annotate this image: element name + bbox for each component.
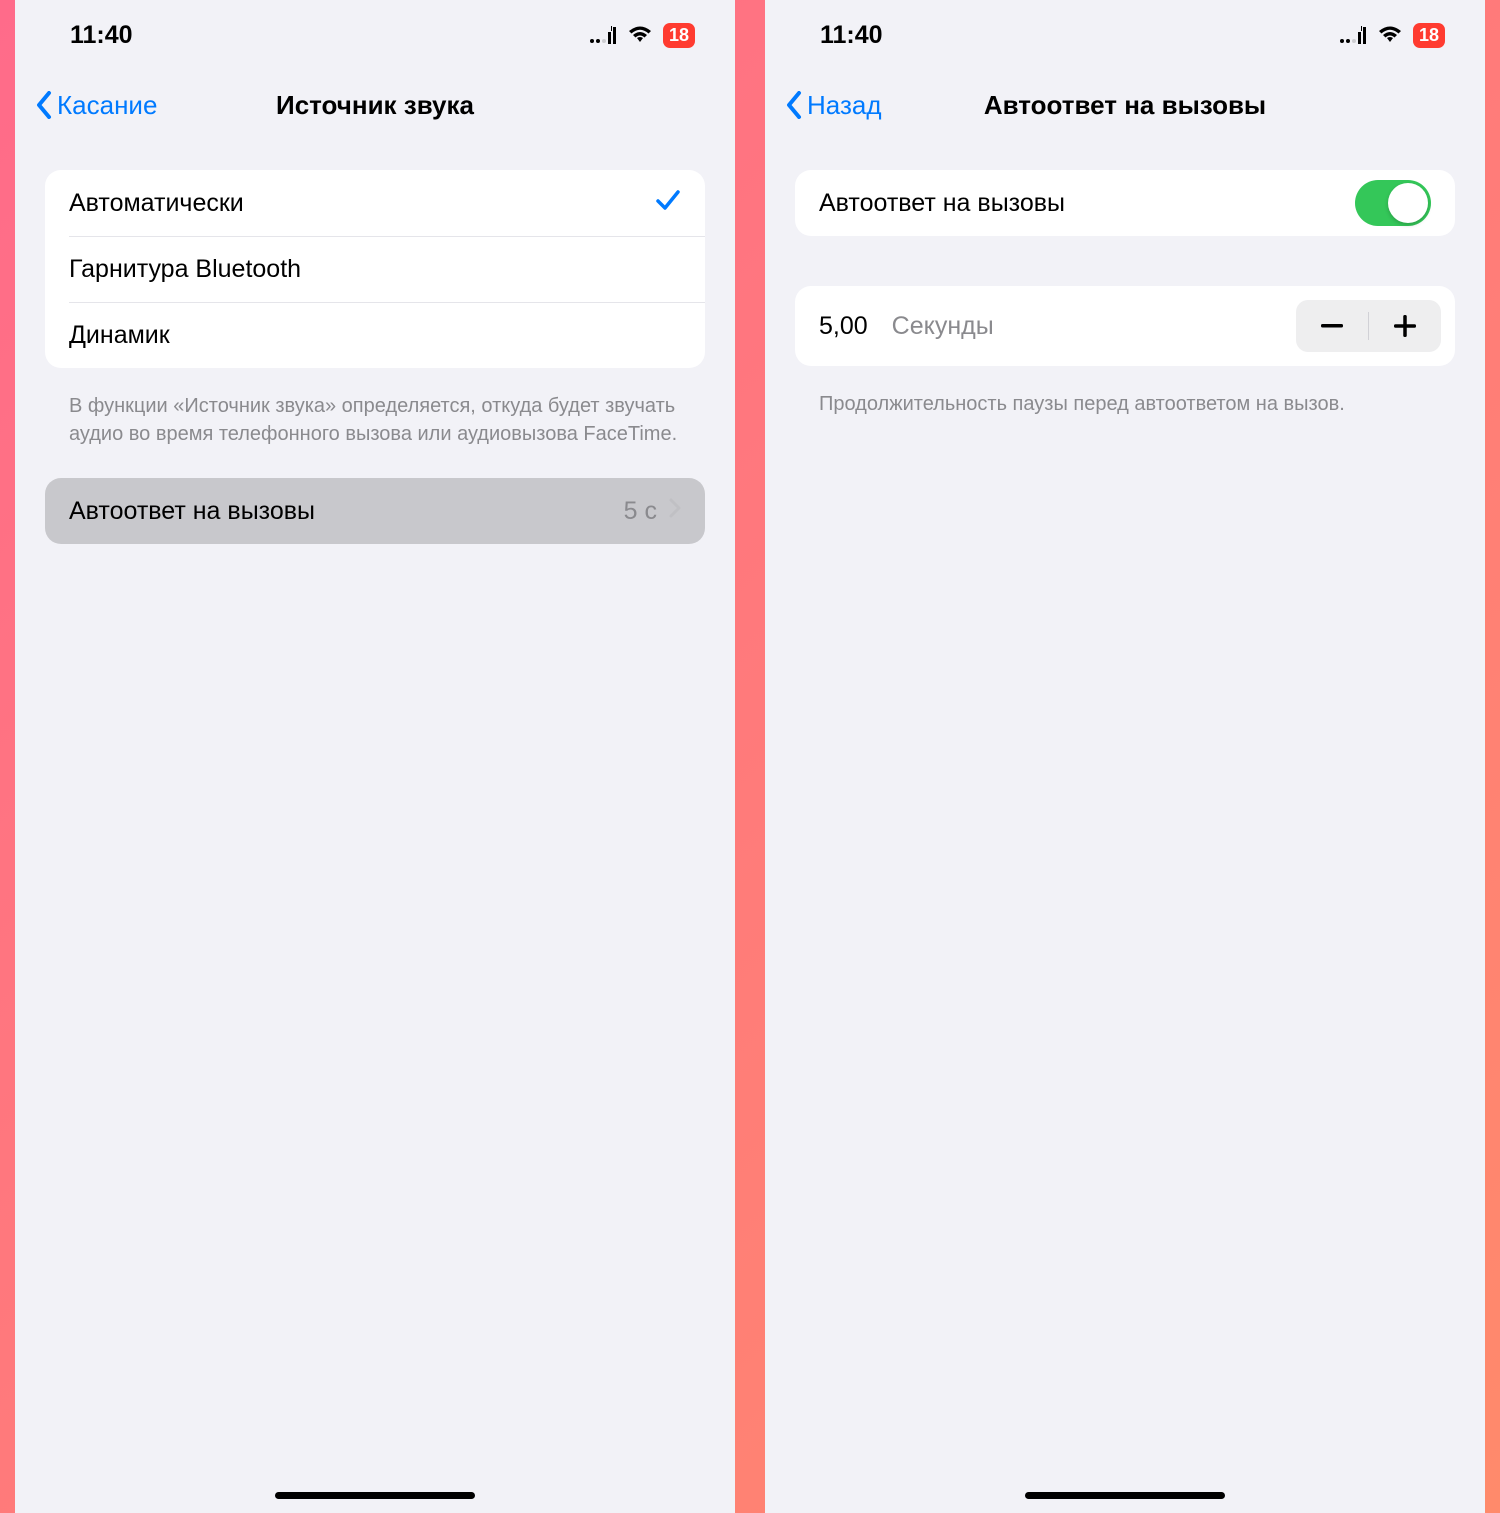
nav-bar: Назад Автоответ на вызовы bbox=[765, 70, 1485, 140]
chevron-left-icon bbox=[785, 91, 803, 119]
battery-icon: 18 bbox=[663, 23, 695, 48]
row-label: Автоответ на вызовы bbox=[69, 497, 315, 526]
battery-level: 18 bbox=[1419, 25, 1439, 46]
row-accessory: 5 с bbox=[624, 497, 681, 526]
status-bar: 11:40 18 bbox=[765, 0, 1485, 70]
content: Автоответ на вызовы 5,00 Секунды bbox=[765, 140, 1485, 1513]
wifi-icon bbox=[1377, 26, 1403, 44]
status-time: 11:40 bbox=[820, 21, 883, 50]
auto-answer-group: Автоответ на вызовы 5 с bbox=[45, 478, 705, 544]
status-time: 11:40 bbox=[70, 21, 133, 50]
content: Автоматически Гарнитура Bluetooth Динами… bbox=[15, 140, 735, 1513]
option-label: Гарнитура Bluetooth bbox=[69, 255, 301, 284]
auto-answer-toggle[interactable] bbox=[1355, 180, 1431, 226]
battery-level: 18 bbox=[669, 25, 689, 46]
home-indicator[interactable] bbox=[275, 1492, 475, 1499]
nav-bar: Касание Источник звука bbox=[15, 70, 735, 140]
option-auto[interactable]: Автоматически bbox=[45, 170, 705, 236]
delay-stepper-row: 5,00 Секунды bbox=[795, 286, 1455, 366]
wifi-icon bbox=[627, 26, 653, 44]
phone-left: 11:40 18 Касание Источник звука Автомати… bbox=[15, 0, 735, 1513]
stepper-value: 5,00 bbox=[819, 312, 868, 341]
quantity-stepper bbox=[1296, 300, 1441, 352]
status-right: 18 bbox=[1339, 23, 1445, 48]
stepper-unit: Секунды bbox=[892, 312, 1296, 341]
toggle-group: Автоответ на вызовы bbox=[795, 170, 1455, 236]
back-button[interactable]: Назад bbox=[785, 90, 882, 121]
stepper-group: 5,00 Секунды bbox=[795, 286, 1455, 366]
back-button[interactable]: Касание bbox=[35, 90, 157, 121]
checkmark-icon bbox=[655, 187, 681, 220]
option-label: Динамик bbox=[69, 321, 170, 350]
cellular-icon bbox=[589, 26, 617, 44]
group-footer: Продолжительность паузы перед автоответо… bbox=[795, 380, 1455, 448]
minus-icon bbox=[1321, 324, 1343, 328]
row-value: 5 с bbox=[624, 497, 657, 526]
chevron-left-icon bbox=[35, 91, 53, 119]
battery-icon: 18 bbox=[1413, 23, 1445, 48]
stepper-minus[interactable] bbox=[1296, 300, 1368, 352]
audio-route-group: Автоматически Гарнитура Bluetooth Динами… bbox=[45, 170, 705, 368]
auto-answer-toggle-row: Автоответ на вызовы bbox=[795, 170, 1455, 236]
toggle-label: Автоответ на вызовы bbox=[819, 189, 1065, 218]
option-speaker[interactable]: Динамик bbox=[69, 302, 705, 368]
back-label: Касание bbox=[57, 90, 157, 121]
cellular-icon bbox=[1339, 26, 1367, 44]
status-bar: 11:40 18 bbox=[15, 0, 735, 70]
chevron-right-icon bbox=[669, 498, 681, 524]
option-bluetooth[interactable]: Гарнитура Bluetooth bbox=[69, 236, 705, 302]
auto-answer-row[interactable]: Автоответ на вызовы 5 с bbox=[45, 478, 705, 544]
stepper-plus[interactable] bbox=[1369, 300, 1441, 352]
home-indicator[interactable] bbox=[1025, 1492, 1225, 1499]
status-right: 18 bbox=[589, 23, 695, 48]
phone-right: 11:40 18 Назад Автоответ на вызовы Автоо… bbox=[765, 0, 1485, 1513]
back-label: Назад bbox=[807, 90, 882, 121]
option-label: Автоматически bbox=[69, 189, 244, 218]
group-footer: В функции «Источник звука» определяется,… bbox=[45, 382, 705, 478]
plus-icon bbox=[1394, 315, 1416, 337]
